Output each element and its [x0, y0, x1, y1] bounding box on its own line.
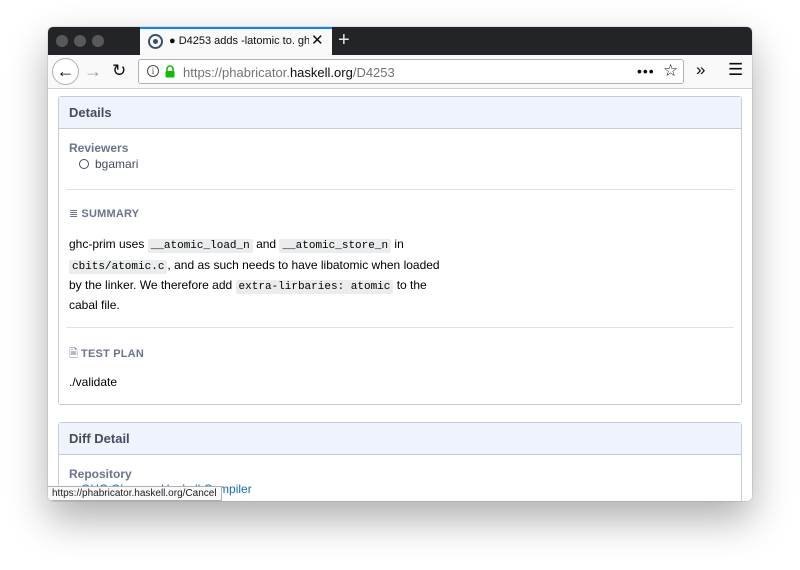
- repository-label: Repository: [69, 467, 132, 481]
- browser-window: ● D4253 adds -latomic to. ghc-prim ✕ + ←…: [48, 27, 752, 501]
- phabricator-favicon-icon: [148, 34, 163, 49]
- code-atomic-store: __atomic_store_n: [279, 239, 392, 253]
- site-info-icon[interactable]: i: [147, 65, 159, 77]
- reviewer-name[interactable]: bgamari: [95, 157, 138, 171]
- close-window-button[interactable]: [56, 35, 68, 47]
- diff-detail-header: Diff Detail: [59, 423, 741, 455]
- test-plan-text: ./validate: [69, 375, 118, 389]
- forward-button[interactable]: →: [84, 61, 102, 81]
- hamburger-menu-icon[interactable]: ☰: [728, 60, 743, 80]
- url-text[interactable]: https://phabricator.haskell.org/D4253: [183, 65, 395, 80]
- back-button[interactable]: ←: [52, 58, 79, 85]
- summary-title: ≣ SUMMARY: [69, 208, 140, 220]
- align-left-icon: ≣: [69, 208, 79, 220]
- summary-line-4: cabal file.: [69, 298, 120, 312]
- reload-button[interactable]: ↻: [112, 61, 126, 81]
- url-host: haskell.org: [289, 65, 353, 80]
- tab-title: ● D4253 adds -latomic to. ghc-prim: [169, 35, 309, 47]
- code-atomic-file: cbits/atomic.c: [69, 260, 168, 274]
- navigation-toolbar: ← → ↻ i https://phabricator.haskell.org/…: [48, 55, 752, 89]
- code-extra-libraries: extra-lirbaries: atomic: [235, 280, 394, 294]
- url-prefix: https://phabricator.: [183, 65, 290, 80]
- page-content: Details Reviewers bgamari ≣ SUMMARY ghc-p…: [48, 90, 752, 501]
- status-bar-url: https://phabricator.haskell.org/Cancel: [48, 486, 222, 501]
- new-tab-button[interactable]: +: [338, 30, 350, 50]
- document-icon: 🗎: [69, 348, 79, 360]
- divider: [66, 327, 734, 328]
- divider: [66, 189, 734, 190]
- reviewers-label: Reviewers: [69, 141, 129, 155]
- tab-close-icon[interactable]: ✕: [311, 33, 324, 49]
- url-path: /D4253: [352, 65, 395, 80]
- title-bar: ● D4253 adds -latomic to. ghc-prim ✕ +: [48, 27, 752, 55]
- active-tab[interactable]: ● D4253 adds -latomic to. ghc-prim ✕: [140, 27, 332, 55]
- reviewer-status-icon: [79, 159, 89, 169]
- bookmark-star-icon[interactable]: ☆: [663, 60, 678, 82]
- details-panel: Details Reviewers bgamari ≣ SUMMARY ghc-p…: [58, 96, 742, 405]
- minimize-window-button[interactable]: [74, 35, 86, 47]
- summary-line-2: cbits/atomic.c, and as such needs to hav…: [69, 258, 440, 274]
- details-header: Details: [59, 97, 741, 129]
- summary-line-3: by the linker. We therefore add extra-li…: [69, 278, 427, 294]
- test-plan-title: 🗎 TEST PLAN: [69, 345, 144, 364]
- url-bar[interactable]: i https://phabricator.haskell.org/D4253 …: [138, 59, 684, 84]
- overflow-menu-icon[interactable]: »: [696, 60, 705, 80]
- code-atomic-load: __atomic_load_n: [147, 239, 253, 253]
- maximize-window-button[interactable]: [92, 35, 104, 47]
- page-actions-icon[interactable]: •••: [637, 62, 655, 80]
- lock-icon: [165, 65, 175, 78]
- summary-line-1: ghc-prim uses __atomic_load_n and __atom…: [69, 237, 404, 253]
